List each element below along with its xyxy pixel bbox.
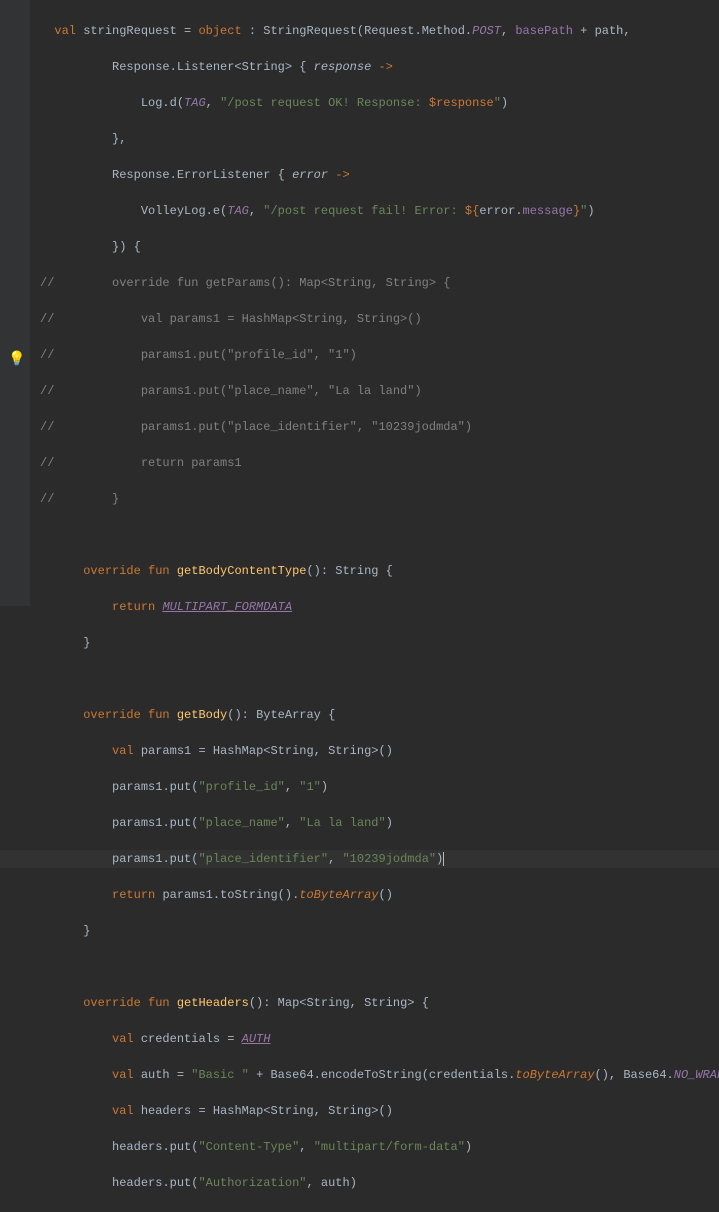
code-line[interactable]: VolleyLog.e(TAG, "/post request fail! Er…: [0, 202, 719, 220]
code-line[interactable]: Response.Listener<String> { response ->: [0, 58, 719, 76]
code-line[interactable]: return params1.toString().toByteArray(): [0, 886, 719, 904]
code-line[interactable]: // }: [0, 490, 719, 508]
code-line[interactable]: params1.put("profile_id", "1"): [0, 778, 719, 796]
code-line[interactable]: }: [0, 922, 719, 940]
code-editor[interactable]: val stringRequest = object : StringReque…: [0, 0, 719, 1212]
code-line[interactable]: override fun getBody(): ByteArray {: [0, 706, 719, 724]
code-line[interactable]: val credentials = AUTH: [0, 1030, 719, 1048]
code-line[interactable]: val headers = HashMap<String, String>(): [0, 1102, 719, 1120]
code-line[interactable]: [0, 670, 719, 688]
code-line[interactable]: override fun getHeaders(): Map<String, S…: [0, 994, 719, 1012]
code-line[interactable]: [0, 958, 719, 976]
code-line[interactable]: [0, 526, 719, 544]
code-line[interactable]: params1.put("place_name", "La la land"): [0, 814, 719, 832]
code-line[interactable]: Log.d(TAG, "/post request OK! Response: …: [0, 94, 719, 112]
code-line[interactable]: val stringRequest = object : StringReque…: [0, 22, 719, 40]
code-line[interactable]: }) {: [0, 238, 719, 256]
gutter: 💡: [0, 0, 30, 606]
code-line[interactable]: headers.put("Authorization", auth): [0, 1174, 719, 1192]
code-line[interactable]: }: [0, 634, 719, 652]
code-line[interactable]: params1.put("place_identifier", "10239jo…: [0, 850, 719, 868]
code-line[interactable]: // return params1: [0, 454, 719, 472]
code-line[interactable]: },: [0, 130, 719, 148]
intention-bulb-icon[interactable]: 💡: [8, 350, 25, 371]
code-line[interactable]: return headers: [0, 1210, 719, 1212]
code-line[interactable]: Response.ErrorListener { error ->: [0, 166, 719, 184]
code-line[interactable]: val auth = "Basic " + Base64.encodeToStr…: [0, 1066, 719, 1084]
code-line[interactable]: // override fun getParams(): Map<String,…: [0, 274, 719, 292]
code-line[interactable]: override fun getBodyContentType(): Strin…: [0, 562, 719, 580]
code-line[interactable]: headers.put("Content-Type", "multipart/f…: [0, 1138, 719, 1156]
code-line[interactable]: // params1.put("place_name", "La la land…: [0, 382, 719, 400]
code-line[interactable]: return MULTIPART_FORMDATA: [0, 598, 719, 616]
code-line[interactable]: // params1.put("profile_id", "1"): [0, 346, 719, 364]
code-line[interactable]: val params1 = HashMap<String, String>(): [0, 742, 719, 760]
code-line[interactable]: // params1.put("place_identifier", "1023…: [0, 418, 719, 436]
code-line[interactable]: // val params1 = HashMap<String, String>…: [0, 310, 719, 328]
cursor: [443, 852, 444, 866]
